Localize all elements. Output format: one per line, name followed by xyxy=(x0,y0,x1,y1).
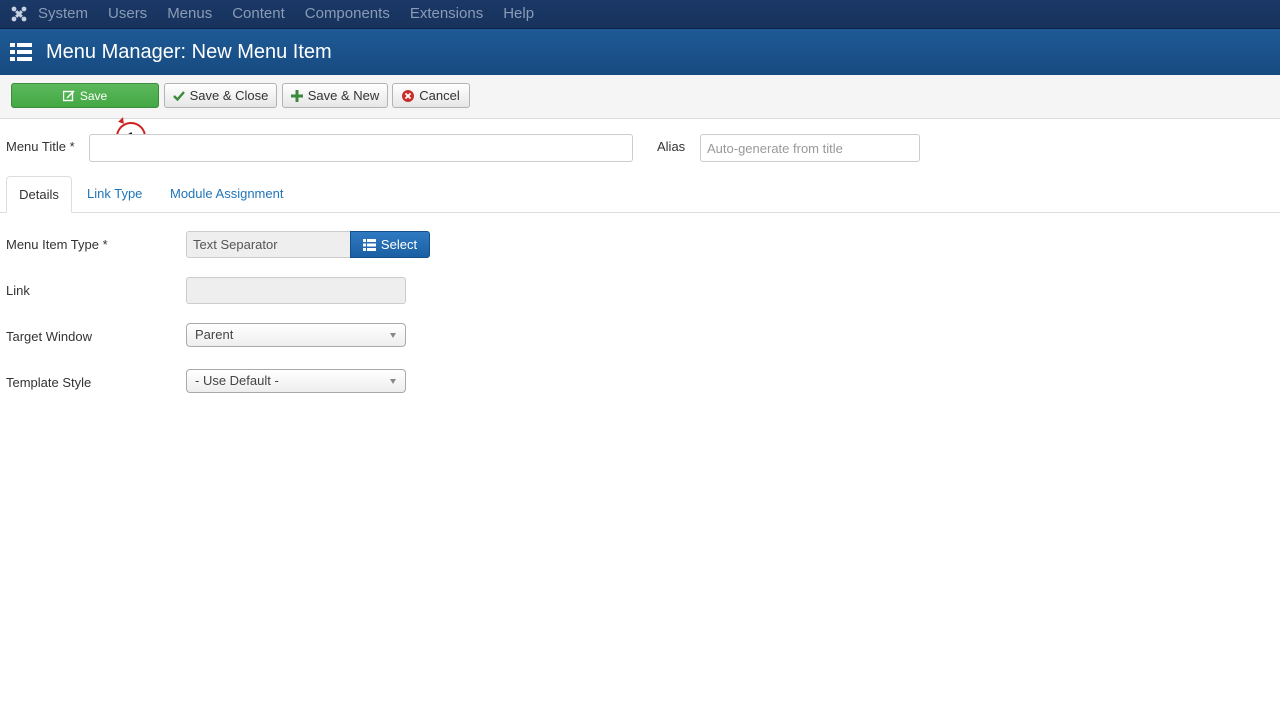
menu-item-type-field: Text Separator xyxy=(186,231,351,258)
chevron-down-icon xyxy=(390,379,396,384)
list-icon xyxy=(362,238,376,251)
nav-system[interactable]: System xyxy=(38,0,88,28)
nav-content[interactable]: Content xyxy=(232,0,285,28)
save-button-label: Save xyxy=(79,88,108,103)
list-icon xyxy=(10,43,32,61)
page-header: Menu Manager: New Menu Item xyxy=(0,29,1280,75)
save-close-button[interactable]: Save & Close xyxy=(164,83,277,108)
alias-label: Alias xyxy=(657,139,686,154)
select-button-label: Select xyxy=(380,237,418,252)
menu-item-type-label: Menu Item Type * xyxy=(6,237,108,252)
link-field xyxy=(186,277,406,304)
save-new-button[interactable]: Save & New xyxy=(282,83,388,108)
top-nav-bar: System Users Menus Content Components Ex… xyxy=(0,0,1280,29)
chevron-down-icon xyxy=(390,333,396,338)
save-new-button-label: Save & New xyxy=(307,88,380,103)
nav-help[interactable]: Help xyxy=(503,0,534,28)
tab-details[interactable]: Details xyxy=(6,176,72,213)
template-style-label: Template Style xyxy=(6,375,92,390)
select-menu-type-button[interactable]: Select xyxy=(350,231,430,258)
tab-link-type[interactable]: Link Type xyxy=(87,176,142,212)
template-style-value: - Use Default - xyxy=(195,373,279,388)
target-window-select[interactable]: Parent xyxy=(186,323,406,347)
menu-title-label: Menu Title * xyxy=(6,139,75,154)
page-title: Menu Manager: New Menu Item xyxy=(46,41,332,63)
nav-menus[interactable]: Menus xyxy=(167,0,212,28)
menu-title-input[interactable] xyxy=(89,134,633,162)
cancel-circle-icon xyxy=(402,89,415,102)
link-label: Link xyxy=(6,283,30,298)
cancel-button-label: Cancel xyxy=(419,88,460,103)
tab-module-assignment[interactable]: Module Assignment xyxy=(170,176,283,212)
save-button[interactable]: Save xyxy=(11,83,159,108)
tab-bar: Details Link Type Module Assignment xyxy=(0,176,1280,213)
template-style-select[interactable]: - Use Default - xyxy=(186,369,406,393)
check-icon xyxy=(172,90,185,101)
cancel-button[interactable]: Cancel xyxy=(392,83,470,108)
edit-icon xyxy=(62,90,75,102)
toolbar: Save Save & Close Save & New Cancel xyxy=(0,75,1280,119)
target-window-value: Parent xyxy=(195,327,234,342)
target-window-label: Target Window xyxy=(6,329,92,344)
nav-extensions[interactable]: Extensions xyxy=(410,0,483,28)
alias-input[interactable] xyxy=(700,134,920,162)
save-close-button-label: Save & Close xyxy=(189,88,269,103)
nav-components[interactable]: Components xyxy=(305,0,390,28)
plus-icon xyxy=(290,89,303,102)
joomla-logo-icon[interactable] xyxy=(0,0,38,28)
nav-users[interactable]: Users xyxy=(108,0,147,28)
